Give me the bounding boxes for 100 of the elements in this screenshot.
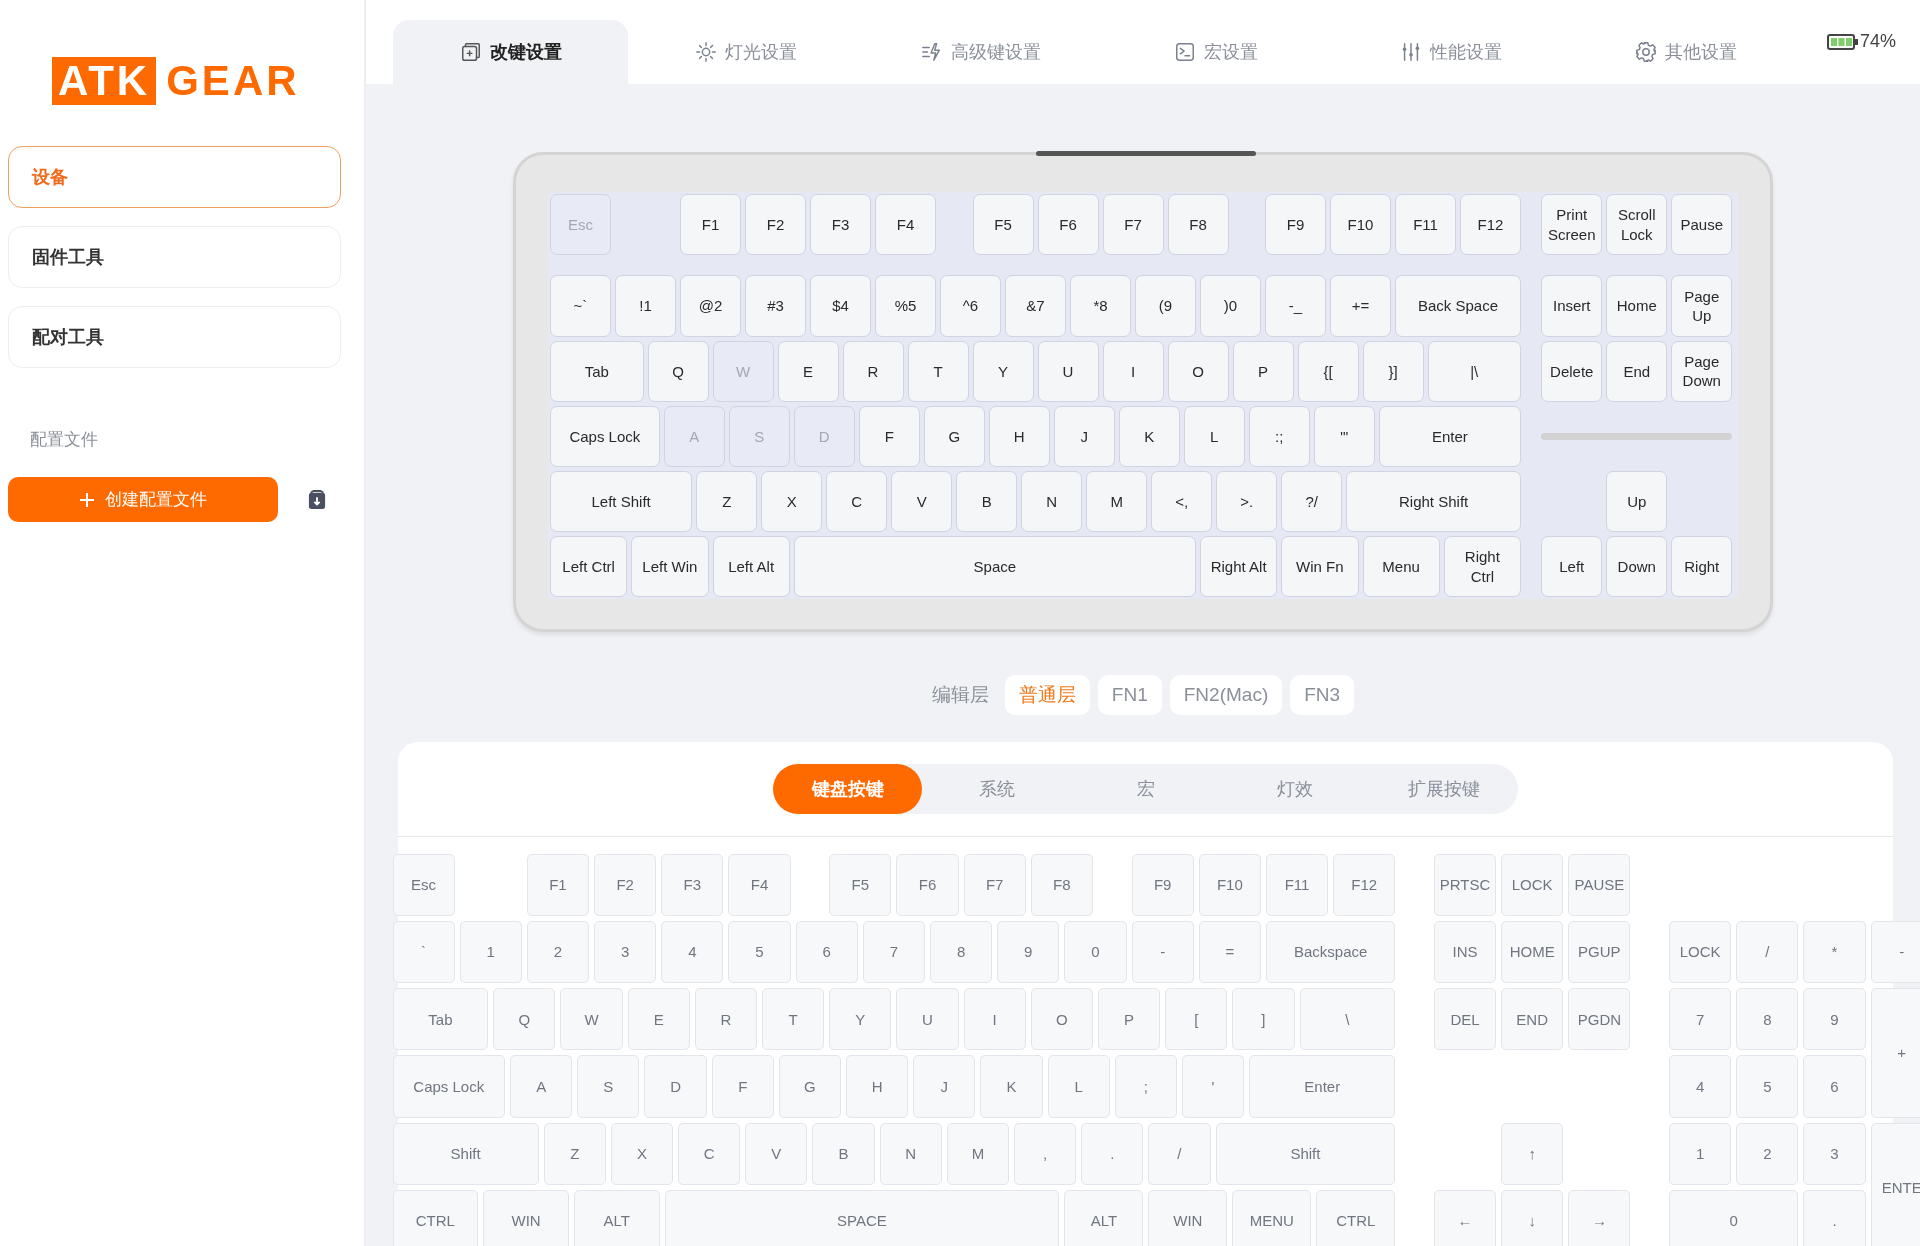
key-option[interactable]: 4 <box>661 920 724 983</box>
key-option[interactable]: ↓ <box>1501 1189 1564 1246</box>
key-option[interactable]: Shift <box>1215 1122 1396 1185</box>
keycap[interactable]: X <box>761 471 823 533</box>
keycap[interactable]: V <box>891 471 953 533</box>
keycap[interactable]: Insert <box>1541 275 1603 337</box>
key-option[interactable]: 7 <box>862 920 925 983</box>
keycap[interactable]: I <box>1102 340 1164 402</box>
keycap[interactable]: H <box>988 405 1050 468</box>
keycap[interactable]: Space <box>793 536 1196 598</box>
key-option[interactable]: P <box>1097 988 1161 1051</box>
keycap[interactable]: (9 <box>1135 275 1196 337</box>
keycap[interactable]: @2 <box>680 275 741 337</box>
keycap[interactable]: Tab <box>550 340 644 402</box>
keycap[interactable]: C <box>826 471 888 533</box>
keycap[interactable]: F <box>858 405 920 468</box>
key-option[interactable]: ← <box>1433 1189 1497 1246</box>
keycap[interactable]: F12 <box>1460 194 1521 256</box>
category-tab[interactable]: 灯效 <box>1220 764 1369 814</box>
key-option[interactable]: 8 <box>930 920 993 983</box>
key-option[interactable]: ALT <box>573 1189 660 1246</box>
key-option[interactable]: T <box>762 988 825 1051</box>
key-option[interactable]: A <box>510 1055 573 1118</box>
keycap[interactable]: Left Alt <box>712 536 790 598</box>
key-option[interactable]: HOME <box>1501 920 1564 983</box>
key-option[interactable]: D <box>644 1055 707 1118</box>
keycap[interactable]: <, <box>1151 471 1213 533</box>
key-option[interactable]: E <box>627 988 690 1051</box>
keycap[interactable]: Page Up <box>1671 275 1733 337</box>
key-option[interactable]: ` <box>392 920 455 983</box>
keycap[interactable]: F5 <box>972 194 1034 256</box>
key-option[interactable]: F11 <box>1265 853 1329 916</box>
key-option[interactable]: . <box>1803 1189 1866 1246</box>
keycap[interactable]: F2 <box>745 194 806 256</box>
key-option[interactable]: F10 <box>1198 853 1261 916</box>
keycap[interactable]: Left Shift <box>550 471 693 533</box>
key-option[interactable]: H <box>846 1055 909 1118</box>
key-option[interactable]: 5 <box>728 920 791 983</box>
keycap[interactable]: ^6 <box>940 275 1001 337</box>
keycap[interactable]: %5 <box>875 275 936 337</box>
keycap[interactable]: Left Win <box>631 536 709 598</box>
key-option[interactable]: F6 <box>896 853 959 916</box>
key-option[interactable]: INS <box>1433 920 1497 983</box>
key-option[interactable]: F4 <box>728 853 791 916</box>
key-option[interactable]: PGUP <box>1568 920 1631 983</box>
key-option[interactable]: END <box>1501 988 1564 1051</box>
keycap[interactable]: -_ <box>1265 275 1326 337</box>
category-tab[interactable]: 宏 <box>1071 764 1220 814</box>
keycap[interactable]: $4 <box>810 275 871 337</box>
keycap[interactable]: T <box>907 340 969 402</box>
key-option[interactable]: X <box>610 1122 674 1185</box>
keycap[interactable]: F6 <box>1037 194 1099 256</box>
key-option[interactable]: 1 <box>459 920 522 983</box>
key-option[interactable]: 3 <box>594 920 657 983</box>
key-option[interactable]: Tab <box>392 988 489 1051</box>
key-option[interactable]: LOCK <box>1669 920 1732 983</box>
key-option[interactable]: MENU <box>1232 1189 1312 1246</box>
key-option[interactable]: F8 <box>1030 853 1093 916</box>
key-option[interactable]: B <box>812 1122 875 1185</box>
key-option[interactable]: 5 <box>1736 1055 1799 1118</box>
key-option[interactable]: - <box>1131 920 1194 983</box>
keycap[interactable]: F1 <box>680 194 741 256</box>
key-option[interactable]: F5 <box>829 853 892 916</box>
key-option[interactable]: Enter <box>1249 1055 1396 1118</box>
key-option[interactable]: WIN <box>1148 1189 1228 1246</box>
keycap[interactable]: {[ <box>1297 340 1359 402</box>
keycap[interactable]: G <box>923 405 985 468</box>
key-option[interactable]: \ <box>1299 988 1396 1051</box>
keycap[interactable]: }] <box>1362 340 1424 402</box>
key-option[interactable]: F <box>711 1055 774 1118</box>
key-option[interactable]: N <box>879 1122 942 1185</box>
key-option[interactable]: S <box>577 1055 640 1118</box>
key-option[interactable]: U <box>896 988 959 1051</box>
key-option[interactable]: - <box>1870 920 1920 983</box>
layer-button[interactable]: FN1 <box>1097 675 1162 715</box>
keycap[interactable]: E <box>777 340 839 402</box>
keycap[interactable]: :; <box>1248 405 1310 468</box>
key-option[interactable]: F9 <box>1131 853 1194 916</box>
keycap[interactable]: L <box>1183 405 1245 468</box>
tab[interactable]: 宏设置 <box>1098 20 1333 84</box>
key-option[interactable]: Esc <box>392 853 455 916</box>
keycap[interactable]: F11 <box>1395 194 1456 256</box>
keycap[interactable]: Right Shift <box>1346 471 1521 533</box>
keycap[interactable]: ?/ <box>1281 471 1343 533</box>
tab[interactable]: 性能设置 <box>1333 20 1568 84</box>
category-tab[interactable]: 扩展按键 <box>1369 764 1518 814</box>
key-option[interactable]: Z <box>543 1122 606 1185</box>
keycap[interactable]: Q <box>647 340 709 402</box>
keycap[interactable]: Enter <box>1378 405 1521 468</box>
key-option[interactable]: PGDN <box>1568 988 1631 1051</box>
key-option[interactable]: G <box>778 1055 841 1118</box>
keycap[interactable]: Delete <box>1541 340 1603 402</box>
category-tab[interactable]: 系统 <box>922 764 1071 814</box>
key-option[interactable]: 0 <box>1064 920 1127 983</box>
keycap[interactable]: K <box>1118 405 1180 468</box>
keycap[interactable]: R <box>842 340 904 402</box>
keycap[interactable]: End <box>1606 340 1668 402</box>
key-option[interactable]: 6 <box>795 920 858 983</box>
keycap[interactable]: F7 <box>1102 194 1164 256</box>
keycap[interactable]: F3 <box>810 194 871 256</box>
